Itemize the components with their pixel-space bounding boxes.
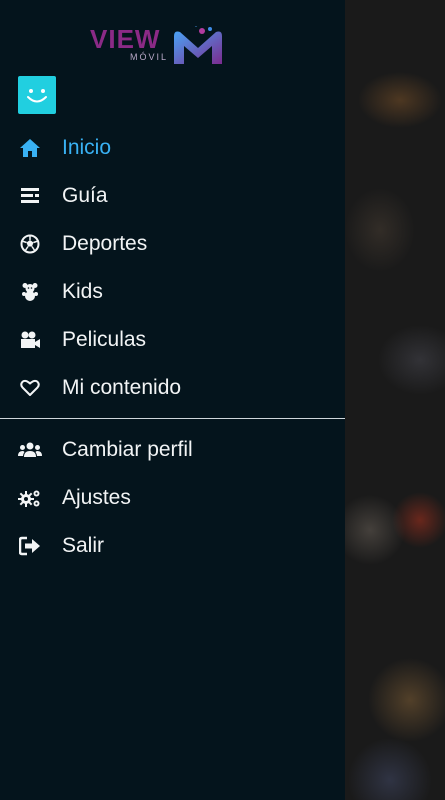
menu-item-peliculas[interactable]: Peliculas <box>0 316 345 364</box>
film-camera-icon <box>18 328 42 352</box>
home-icon <box>18 136 42 160</box>
menu-item-inicio[interactable]: Inicio <box>0 124 345 172</box>
sign-out-icon <box>18 534 42 558</box>
menu-label-deportes: Deportes <box>62 232 148 255</box>
menu-label-kids: Kids <box>62 280 103 303</box>
menu-item-deportes[interactable]: Deportes <box>0 220 345 268</box>
profile-avatar[interactable] <box>18 76 56 114</box>
menu-divider <box>0 418 345 419</box>
menu-item-salir[interactable]: Salir <box>0 522 345 570</box>
logo-m-mark <box>174 26 222 64</box>
menu-label-peliculas: Peliculas <box>62 328 147 351</box>
menu-item-ajustes[interactable]: Ajustes <box>0 474 345 522</box>
menu-item-guia[interactable]: Guía <box>0 172 345 220</box>
menu-item-kids[interactable]: Kids <box>0 268 345 316</box>
teddy-bear-icon <box>18 280 42 304</box>
menu-item-mi-contenido[interactable]: Mi contenido <box>0 364 345 412</box>
smiley-icon <box>27 89 47 103</box>
navigation-drawer: VIEW MÓVIL Inicio Guía Deportes Kids Pel… <box>0 0 345 800</box>
heart-icon <box>18 376 42 400</box>
menu-label-cambiar-perfil: Cambiar perfil <box>62 438 193 461</box>
menu-label-ajustes: Ajustes <box>62 486 131 509</box>
users-icon <box>18 438 42 462</box>
menu-label-mi-contenido: Mi contenido <box>62 376 182 399</box>
logo-view-text: VIEW <box>90 24 161 54</box>
guide-icon <box>18 184 42 208</box>
app-logo: VIEW MÓVIL <box>90 10 225 66</box>
menu-label-inicio: Inicio <box>62 136 112 159</box>
logo-movil-text: MÓVIL <box>130 52 169 62</box>
soccer-ball-icon <box>18 232 42 256</box>
menu-item-cambiar-perfil[interactable]: Cambiar perfil <box>0 426 345 474</box>
menu-label-salir: Salir <box>62 534 105 557</box>
menu-label-guia: Guía <box>62 184 108 207</box>
gears-icon <box>18 486 42 510</box>
